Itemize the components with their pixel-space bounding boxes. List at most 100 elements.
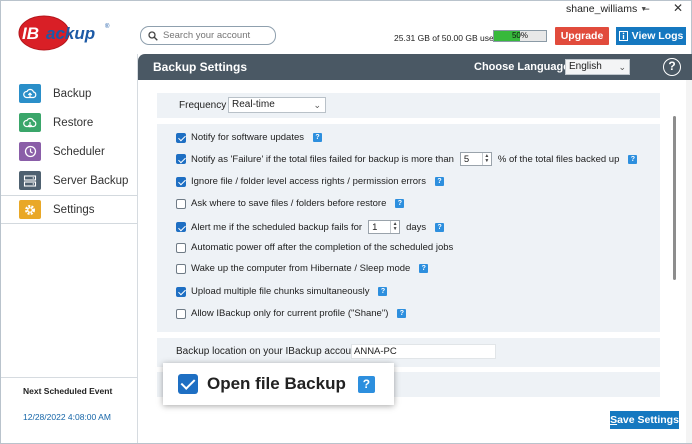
view-logs-label: View Logs [631, 30, 684, 42]
svg-text:IB: IB [22, 24, 39, 43]
scrollbar-thumb[interactable] [673, 116, 676, 280]
option-label: Upload multiple file chunks simultaneous… [191, 286, 370, 297]
sidebar-item-label: Restore [53, 116, 94, 129]
option-label: Alert me if the scheduled backup fails f… [191, 221, 363, 233]
option-alert-schedule-fail[interactable]: Alert me if the scheduled backup fails f… [176, 220, 445, 234]
minimize-icon[interactable]: – [638, 1, 654, 15]
option-ask-save-location[interactable]: Ask where to save files / folders before… [176, 198, 405, 209]
help-icon[interactable]: ? [628, 154, 638, 164]
info-icon [618, 31, 628, 41]
save-settings-button[interactable]: Save Settings [610, 411, 679, 429]
help-icon[interactable]: ? [435, 222, 445, 232]
help-icon[interactable]: ? [663, 58, 681, 76]
cloud-upload-icon [19, 84, 41, 103]
stepper-value: 5 [463, 153, 470, 165]
option-auto-power-off[interactable]: Automatic power off after the completion… [176, 242, 453, 253]
close-icon[interactable]: ✕ [670, 1, 686, 15]
gear-icon [19, 200, 41, 219]
option-label: Ignore file / folder level access rights… [191, 176, 426, 187]
failure-percent-stepper[interactable]: 5 ▲ ▼ [459, 152, 492, 166]
svg-text:ackup: ackup [46, 24, 95, 43]
sidebar-item-label: Backup [53, 87, 92, 100]
language-label: Choose Language [474, 61, 570, 73]
clock-icon [19, 142, 41, 161]
alert-days-stepper[interactable]: 1 ▲ ▼ [368, 220, 401, 234]
sidebar-item-restore[interactable]: Restore [1, 108, 137, 137]
frequency-select[interactable]: Real-time ⌄ [228, 97, 326, 113]
storage-usage-percent: 50% [511, 31, 528, 40]
sidebar-item-settings[interactable]: Settings [1, 195, 137, 224]
option-ignore-permission-errors[interactable]: Ignore file / folder level access rights… [176, 176, 444, 187]
option-label: Automatic power off after the completion… [191, 242, 454, 253]
open-file-backup-checkbox[interactable] [178, 374, 198, 394]
checkbox[interactable] [176, 263, 186, 274]
option-label: Ask where to save files / folders before… [191, 198, 387, 209]
option-label: Allow IBackup only for current profile (… [191, 308, 389, 319]
sidebar-item-label: Scheduler [53, 145, 105, 158]
option-multiple-chunks[interactable]: Upload multiple file chunks simultaneous… [176, 286, 388, 297]
option-label: Wake up the computer from Hibernate / Sl… [191, 263, 411, 274]
option-suffix: days [406, 221, 427, 233]
view-logs-button[interactable]: View Logs [616, 27, 686, 45]
next-scheduled-event: Next Scheduled Event 12/28/2022 4:08:00 … [1, 377, 137, 422]
checkbox[interactable] [176, 308, 186, 319]
checkbox[interactable] [176, 154, 186, 164]
sidebar-item-label: Settings [53, 203, 95, 216]
help-icon[interactable]: ? [395, 199, 405, 208]
option-failure-threshold[interactable]: Notify as 'Failure' if the total files f… [176, 152, 638, 166]
frequency-card: Frequency Real-time ⌄ [157, 93, 660, 118]
option-software-updates[interactable]: Notify for software updates ? [176, 132, 322, 143]
help-icon[interactable]: ? [434, 177, 444, 186]
storage-usage-text: 25.31 GB of 50.00 GB used [394, 33, 499, 43]
frequency-label: Frequency [179, 100, 227, 111]
sidebar: Backup Restore Scheduler Server Backup S… [1, 79, 137, 224]
search-icon [148, 30, 158, 41]
checkbox[interactable] [176, 286, 186, 297]
ibackup-logo: IB ackup ® [18, 14, 114, 52]
option-label: Notify as 'Failure' if the total files f… [191, 153, 454, 165]
username: shane_williams [566, 3, 638, 15]
help-icon[interactable]: ? [419, 264, 429, 273]
cloud-download-icon [19, 113, 41, 132]
scrollbar-track[interactable] [686, 80, 692, 443]
save-label: ave Settings [617, 414, 679, 426]
stepper-arrows-icon[interactable]: ▲ ▼ [481, 153, 491, 165]
option-suffix: % of the total files backed up [497, 153, 620, 165]
open-file-backup-callout[interactable]: Open file Backup ? [163, 363, 394, 405]
option-wake-from-sleep[interactable]: Wake up the computer from Hibernate / Sl… [176, 263, 429, 274]
backup-location-label: Backup location on your IBackup account [176, 346, 360, 357]
backup-location-field[interactable]: ANNA-PC [351, 344, 496, 359]
frequency-value: Real-time [232, 99, 275, 110]
help-icon[interactable]: ? [397, 309, 407, 318]
chevron-down-icon: ⌄ [618, 62, 626, 72]
stepper-arrows-icon[interactable]: ▲ ▼ [390, 221, 399, 233]
search-input[interactable] [163, 30, 267, 41]
server-icon [19, 171, 41, 190]
next-event-title: Next Scheduled Event [23, 386, 113, 396]
sidebar-item-scheduler[interactable]: Scheduler [1, 137, 137, 166]
page-title: Backup Settings [153, 60, 248, 74]
language-value: English [569, 61, 602, 72]
checkbox[interactable] [176, 222, 186, 232]
upgrade-button[interactable]: Upgrade [555, 27, 609, 45]
next-event-date: 12/28/2022 4:08:00 AM [23, 412, 111, 422]
help-icon[interactable]: ? [357, 375, 375, 393]
language-select[interactable]: English ⌄ [565, 59, 630, 75]
sidebar-item-backup[interactable]: Backup [1, 79, 137, 108]
search-box[interactable] [140, 26, 276, 45]
sidebar-item-server-backup[interactable]: Server Backup [1, 166, 137, 195]
panel-header: Backup Settings Choose Language English … [138, 54, 692, 80]
stepper-value: 1 [372, 221, 378, 233]
option-label: Notify for software updates [191, 132, 304, 143]
checkbox[interactable] [176, 198, 186, 209]
checkbox[interactable] [176, 176, 186, 187]
help-icon[interactable]: ? [378, 287, 388, 296]
svg-text:®: ® [105, 23, 110, 30]
checkbox[interactable] [176, 242, 186, 253]
open-file-backup-label: Open file Backup [207, 374, 346, 393]
help-icon[interactable]: ? [313, 133, 322, 142]
checkbox[interactable] [176, 132, 186, 143]
chevron-down-icon: ⌄ [313, 100, 321, 110]
user-menu[interactable]: shane_williams ▼ [566, 3, 647, 15]
option-current-profile-only[interactable]: Allow IBackup only for current profile (… [176, 308, 407, 319]
